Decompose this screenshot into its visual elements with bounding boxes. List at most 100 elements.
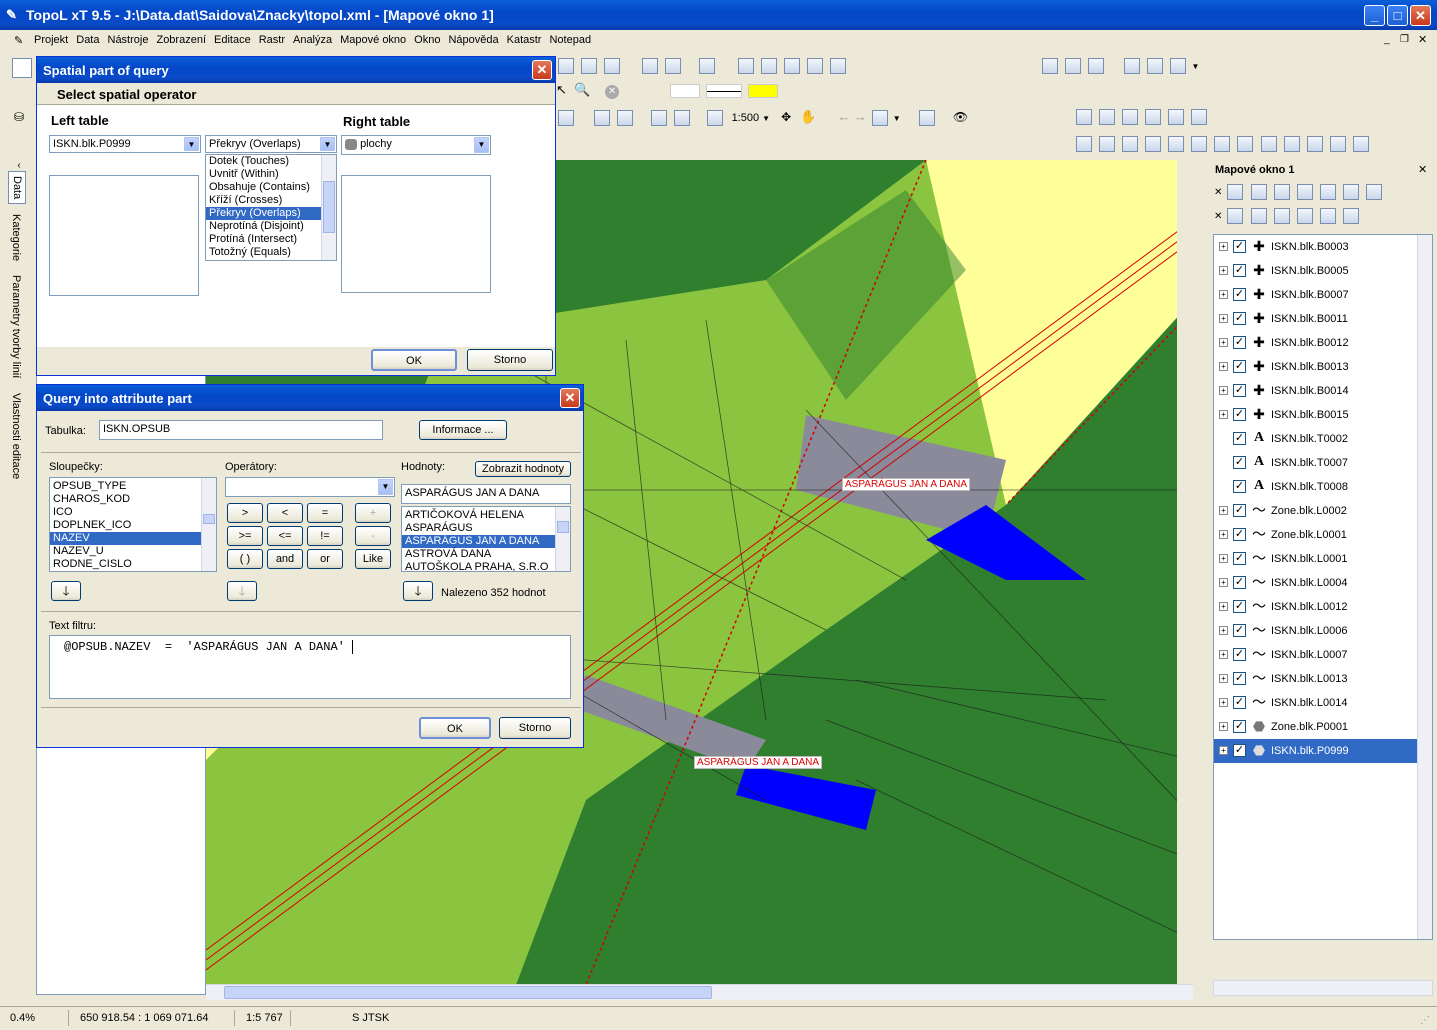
expand-icon[interactable]: + [1219, 410, 1228, 419]
zoom-in-icon[interactable] [594, 110, 611, 127]
tool-c-icon[interactable] [1122, 136, 1139, 152]
menu-item-5[interactable]: Rastr [255, 30, 289, 50]
expand-icon[interactable]: + [1219, 578, 1228, 587]
operator-option[interactable]: Totožný (Equals) [206, 246, 336, 259]
layer-row[interactable]: + ✓ 〜 ISKN.blk.L0004 [1214, 571, 1432, 595]
layer-row[interactable]: + ✓ 〜 ISKN.blk.L0013 [1214, 667, 1432, 691]
print-icon[interactable] [1124, 58, 1141, 74]
layer-row[interactable]: ✓ A ISKN.blk.T0002 [1214, 427, 1432, 451]
close-button[interactable]: ✕ [1410, 5, 1431, 26]
spatial-dialog-close-button[interactable]: ✕ [532, 60, 552, 80]
operator-option[interactable]: Kříží (Crosses) [206, 194, 336, 207]
expand-icon[interactable]: + [1219, 338, 1228, 347]
spatial-dialog-titlebar[interactable]: Spatial part of query ✕ [37, 57, 555, 83]
layer-row[interactable]: + ✓ 〜 ISKN.blk.L0012 [1214, 595, 1432, 619]
layer-row[interactable]: + ✓ ⬣ Zone.blk.P0001 [1214, 715, 1432, 739]
tab-vlastnosti[interactable]: Vlastnosti editace [8, 389, 24, 483]
map-clear-icon[interactable] [760, 58, 777, 74]
value-option[interactable]: AUTOŠKOLA PRAHA, S.R.O [402, 561, 570, 571]
operator-button[interactable]: = [307, 503, 343, 523]
operator-select[interactable]: Překryv (Overlaps) ▼ [205, 135, 337, 153]
layer-visibility-checkbox[interactable]: ✓ [1233, 288, 1246, 301]
undo-icon[interactable] [1168, 109, 1185, 125]
operator-button[interactable]: Like [355, 549, 391, 569]
resize-grip-icon[interactable]: ⋰ [1420, 1015, 1430, 1026]
folder-icon[interactable] [699, 58, 716, 74]
menu-item-3[interactable]: Zobrazení [152, 30, 210, 50]
operator-button[interactable]: ( ) [227, 549, 263, 569]
layer-visibility-checkbox[interactable]: ✓ [1233, 384, 1246, 397]
views-icon[interactable] [871, 110, 888, 127]
layer-row[interactable]: + ✓ 〜 Zone.blk.L0001 [1214, 523, 1432, 547]
layer-row[interactable]: + ✓ ✚ ISKN.blk.B0014 [1214, 379, 1432, 403]
tool-k-icon[interactable] [1306, 136, 1323, 152]
minimize-button[interactable]: _ [1364, 5, 1385, 26]
column-option[interactable]: OPSUB_TYPE [50, 480, 216, 493]
filter-textarea[interactable]: @OPSUB.NAZEV = 'ASPARÁGUS JAN A DANA' [49, 635, 571, 699]
tool-d-icon[interactable] [1145, 136, 1162, 152]
layer-row[interactable]: + ✓ ✚ ISKN.blk.B0012 [1214, 331, 1432, 355]
node-icon[interactable] [1122, 109, 1139, 125]
operator-button[interactable]: > [227, 503, 263, 523]
layer-visibility-checkbox[interactable]: ✓ [1233, 720, 1246, 733]
collapse-icon[interactable]: ‹ [8, 160, 30, 171]
expand-icon[interactable]: + [1219, 626, 1228, 635]
expand-icon[interactable]: + [1219, 290, 1228, 299]
value-option[interactable]: ASTROVÁ DANA [402, 548, 570, 561]
attr-cancel-button[interactable]: Storno [499, 717, 571, 739]
expand-icon[interactable]: + [1219, 530, 1228, 539]
tool-m-icon[interactable] [1352, 136, 1369, 152]
operator-button[interactable]: or [307, 549, 343, 569]
tool-g-icon[interactable] [1214, 136, 1231, 152]
value-field[interactable]: ASPARÁGUS JAN A DANA [401, 484, 571, 504]
line-style-swatch[interactable] [706, 84, 742, 98]
zoom-plus-icon[interactable] [651, 110, 668, 127]
add-polygon-layer-icon[interactable] [1273, 208, 1290, 224]
shape-icon[interactable] [581, 58, 598, 74]
value-option[interactable]: ASPARÁGUS JAN A DANA [402, 535, 570, 548]
menu-item-9[interactable]: Nápověda [444, 30, 502, 50]
menu-item-1[interactable]: Data [72, 30, 103, 50]
insert-column-button[interactable]: 🡓 [51, 581, 81, 601]
layer-visibility-checkbox[interactable]: ✓ [1233, 264, 1246, 277]
grid-icon[interactable] [558, 58, 574, 74]
map-hscrollbar[interactable] [206, 984, 1193, 1000]
attr-ok-button[interactable]: OK [419, 717, 491, 739]
map-move-icon[interactable] [829, 58, 846, 74]
layer-row[interactable]: + ✓ ✚ ISKN.blk.B0003 [1214, 235, 1432, 259]
layer-visibility-checkbox[interactable]: ✓ [1233, 600, 1246, 613]
layer-import-icon[interactable] [1250, 184, 1267, 200]
operator-list-scrollbar[interactable] [321, 155, 336, 260]
layer-row[interactable]: + ✓ ✚ ISKN.blk.B0007 [1214, 283, 1432, 307]
mdi-restore-icon[interactable]: ❐ [1400, 34, 1409, 45]
layer-add-icon[interactable] [1076, 109, 1092, 125]
operator-combo[interactable]: ▼ [225, 477, 395, 497]
value-option[interactable]: ASPARÁGUS [402, 522, 570, 535]
chart-icon[interactable] [1088, 58, 1105, 74]
layer-refresh-icon[interactable] [1227, 184, 1244, 200]
table-field[interactable]: ISKN.OPSUB [99, 420, 383, 440]
hand-icon[interactable]: ✋ [800, 109, 816, 124]
map-select-icon[interactable] [737, 58, 754, 74]
menu-item-0[interactable]: Projekt [30, 30, 72, 50]
expand-icon[interactable]: + [1219, 242, 1228, 251]
add-point-layer-icon[interactable] [1227, 208, 1244, 224]
layer-row[interactable]: + ✓ ✚ ISKN.blk.B0011 [1214, 307, 1432, 331]
menu-item-4[interactable]: Editace [210, 30, 255, 50]
right-table-list[interactable] [341, 175, 491, 293]
expand-icon[interactable]: + [1219, 674, 1228, 683]
layer-visibility-checkbox[interactable]: ✓ [1233, 552, 1246, 565]
expand-icon[interactable]: + [1219, 386, 1228, 395]
operator-option[interactable]: Dotek (Touches) [206, 155, 336, 168]
layer-row[interactable]: ✓ A ISKN.blk.T0007 [1214, 451, 1432, 475]
cursor-icon[interactable]: ↖ [556, 82, 567, 97]
operator-button[interactable]: < [267, 503, 303, 523]
layout-icon[interactable] [1170, 58, 1187, 74]
zoom-out-icon[interactable] [617, 110, 634, 127]
layer-menu-icon[interactable] [1365, 184, 1382, 200]
tool-i-icon[interactable] [1260, 136, 1277, 152]
map-grid-icon[interactable] [783, 58, 800, 74]
add-symbol-layer-icon[interactable] [1319, 208, 1336, 224]
insert-value-button[interactable]: 🡓 [403, 581, 433, 601]
layer-row[interactable]: + ✓ ⬣ ISKN.blk.P0999 [1214, 739, 1432, 763]
